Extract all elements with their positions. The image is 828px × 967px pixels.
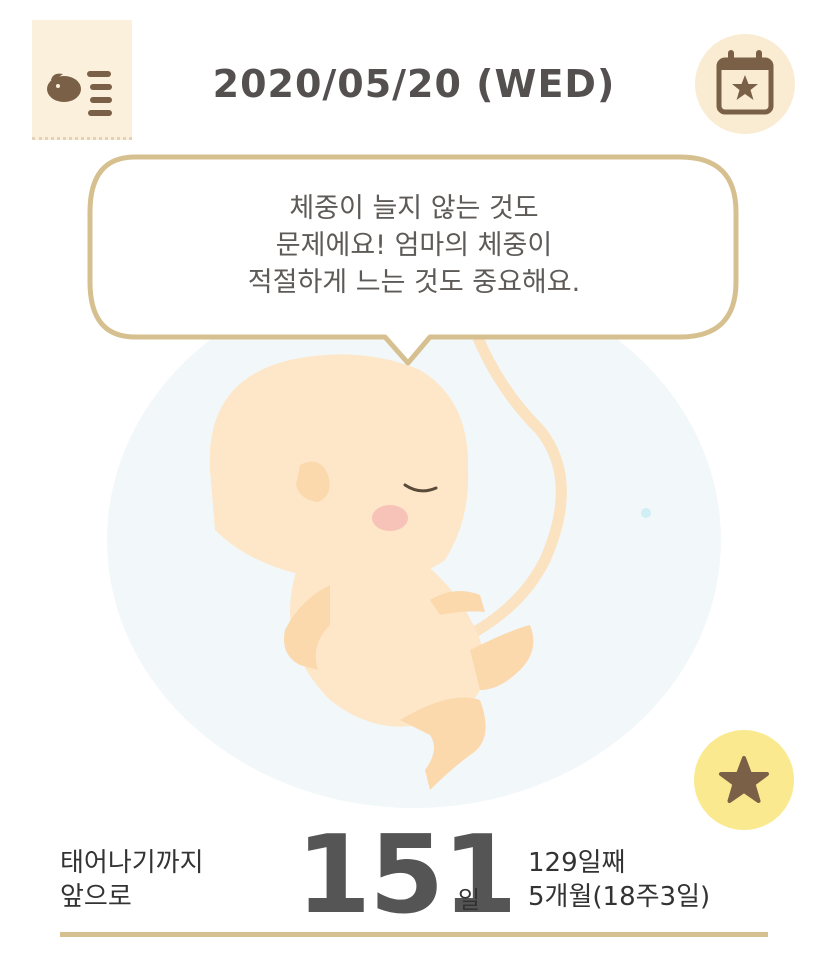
speech-message: 체중이 늘지 않는 것도 문제에요! 엄마의 체중이 적절하게 느는 것도 중요… bbox=[96, 190, 732, 301]
divider bbox=[60, 932, 768, 937]
day-count: 129일째 bbox=[528, 848, 626, 878]
countdown-label-line1: 태어나기까지 bbox=[60, 848, 204, 878]
fetus-head bbox=[209, 354, 469, 583]
countdown-label: 태어나기까지 앞으로 bbox=[60, 846, 204, 914]
star-icon bbox=[719, 756, 769, 803]
pregnancy-progress: 129일째 5개월(18주3일) bbox=[528, 846, 710, 914]
speech-line: 문제에요! 엄마의 체중이 bbox=[275, 230, 553, 261]
days-remaining: 151 bbox=[296, 813, 517, 938]
months-weeks: 5개월(18주3일) bbox=[528, 882, 711, 912]
speech-line: 체중이 늘지 않는 것도 bbox=[289, 193, 539, 224]
days-unit: 일 bbox=[458, 886, 481, 914]
fetus-cheek bbox=[372, 505, 408, 531]
sparkle-dot bbox=[641, 508, 651, 518]
speech-line: 적절하게 느는 것도 중요해요. bbox=[247, 267, 581, 298]
favorite-button[interactable] bbox=[694, 730, 794, 830]
countdown-label-line2: 앞으로 bbox=[60, 882, 132, 912]
